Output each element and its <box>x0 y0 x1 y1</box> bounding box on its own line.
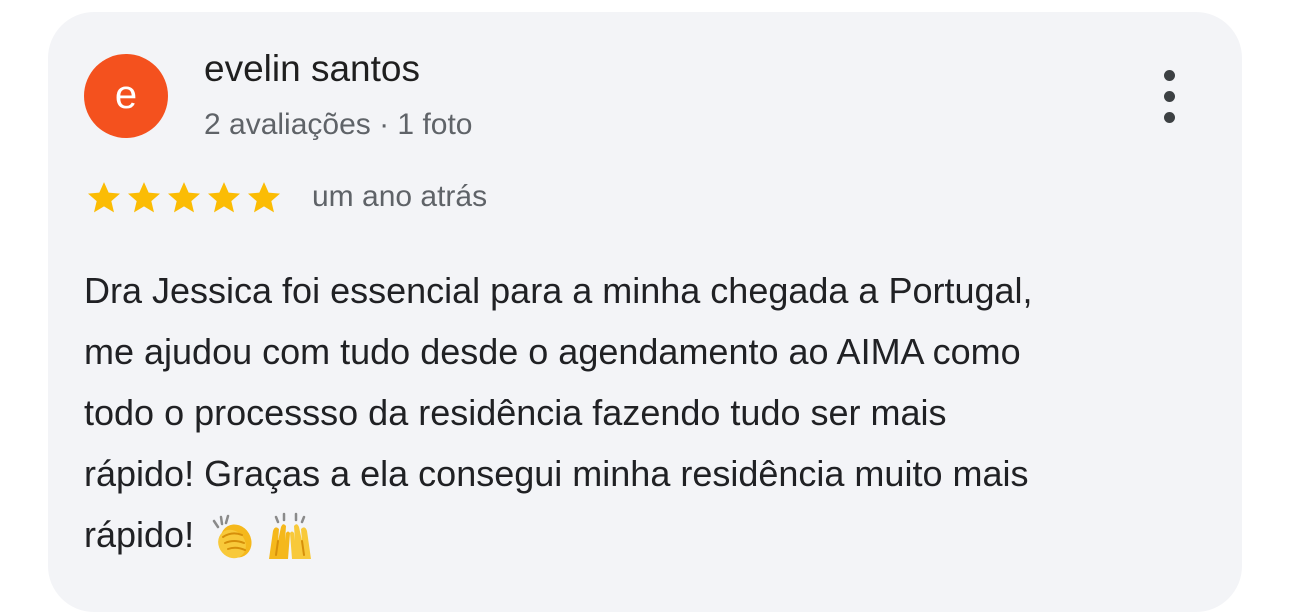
review-line: me ajudou com tudo desde o agendamento a… <box>84 331 1021 372</box>
emoji-row <box>208 511 320 563</box>
avatar-letter: e <box>114 73 138 117</box>
more-options-icon[interactable] <box>1150 70 1190 124</box>
menu-dot <box>1164 91 1175 102</box>
star-icon <box>88 182 120 213</box>
raising-hands-icon <box>269 513 312 560</box>
review-line: rápido! <box>84 514 195 555</box>
reviewer-name[interactable]: evelin santos <box>204 48 420 90</box>
star-icon <box>168 182 200 213</box>
review-line: todo o processso da residência fazendo t… <box>84 392 947 433</box>
avatar[interactable]: e <box>84 54 168 138</box>
star-icon <box>128 182 160 213</box>
clapping-hands-icon <box>212 515 252 559</box>
review-line: rápido! Graças a ela consegui minha resi… <box>84 453 1029 494</box>
star-icon <box>248 182 280 213</box>
review-text: Dra Jessica foi essencial para a minha c… <box>84 260 1214 565</box>
menu-dot <box>1164 112 1175 123</box>
review-line: Dra Jessica foi essencial para a minha c… <box>84 270 1033 311</box>
reviewer-meta: 2 avaliações · 1 foto <box>204 108 473 141</box>
review-date: um ano atrás <box>312 180 488 213</box>
star-rating <box>84 178 284 218</box>
star-icon <box>208 182 240 213</box>
menu-dot <box>1164 70 1175 81</box>
review-line-last: rápido! <box>84 504 1214 565</box>
